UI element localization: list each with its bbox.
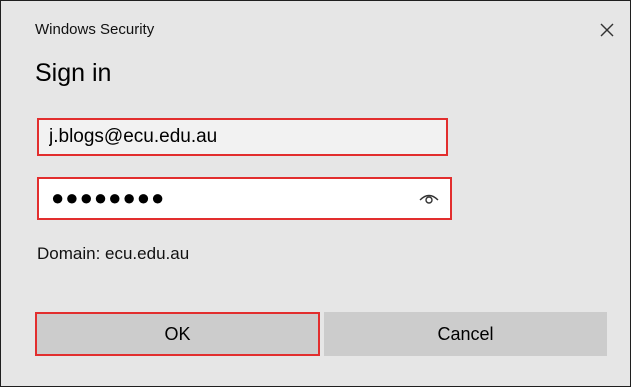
window-title: Windows Security xyxy=(35,21,155,38)
title-bar: Windows Security xyxy=(1,1,630,53)
password-field[interactable]: ●●●●●●●● xyxy=(37,177,452,220)
close-button[interactable] xyxy=(590,13,624,47)
cancel-button[interactable]: Cancel xyxy=(324,312,607,356)
ok-button-label: OK xyxy=(164,323,191,344)
dialog-heading: Sign in xyxy=(35,59,112,87)
close-icon xyxy=(600,23,614,37)
email-field[interactable] xyxy=(37,118,448,156)
password-masked-value: ●●●●●●●● xyxy=(51,185,166,210)
domain-label: Domain: ecu.edu.au xyxy=(37,244,190,263)
sign-in-dialog: Windows Security Sign in ●●●●●●●● Domain… xyxy=(0,0,631,387)
ok-button[interactable]: OK xyxy=(35,312,320,356)
eye-icon xyxy=(419,194,439,204)
reveal-password-button[interactable] xyxy=(416,186,442,210)
cancel-button-label: Cancel xyxy=(437,323,494,344)
